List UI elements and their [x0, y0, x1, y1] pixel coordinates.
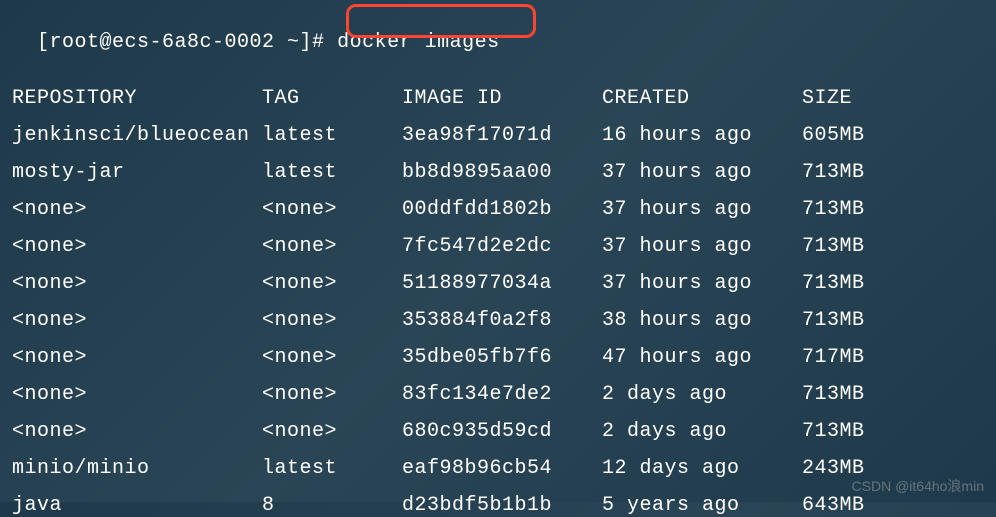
cell-created: 47 hours ago: [602, 346, 802, 369]
cell-tag: <none>: [262, 198, 402, 221]
cell-image-id: 680c935d59cd: [402, 420, 602, 443]
cell-image-id: 353884f0a2f8: [402, 309, 602, 332]
cell-created: 37 hours ago: [602, 198, 802, 221]
cell-tag: <none>: [262, 383, 402, 406]
cell-repository: java: [12, 494, 262, 517]
cell-size: 713MB: [802, 235, 902, 258]
cell-tag: latest: [262, 161, 402, 184]
cell-tag: <none>: [262, 272, 402, 295]
cell-repository: mosty-jar: [12, 161, 262, 184]
header-repository: REPOSITORY: [12, 87, 262, 110]
cell-repository: <none>: [12, 309, 262, 332]
cell-repository: jenkinsci/blueocean: [12, 124, 262, 147]
cell-tag: <none>: [262, 235, 402, 258]
cell-size: 717MB: [802, 346, 902, 369]
cell-image-id: d23bdf5b1b1b: [402, 494, 602, 517]
table-header-row: REPOSITORY TAG IMAGE ID CREATED SIZE: [12, 87, 984, 110]
cell-size: 713MB: [802, 161, 902, 184]
docker-images-table: REPOSITORY TAG IMAGE ID CREATED SIZE jen…: [12, 87, 984, 517]
cell-repository: minio/minio: [12, 457, 262, 480]
table-row: java8d23bdf5b1b1b5 years ago643MB: [12, 494, 984, 517]
cell-image-id: 00ddfdd1802b: [402, 198, 602, 221]
watermark-text: CSDN @it64ho浪min: [852, 476, 984, 496]
cell-repository: <none>: [12, 346, 262, 369]
cell-created: 37 hours ago: [602, 161, 802, 184]
cell-created: 37 hours ago: [602, 272, 802, 295]
table-row: <none><none>353884f0a2f838 hours ago713M…: [12, 309, 984, 332]
cell-tag: <none>: [262, 420, 402, 443]
table-row: <none><none>35dbe05fb7f647 hours ago717M…: [12, 346, 984, 369]
header-tag: TAG: [262, 87, 402, 110]
table-row: <none><none>7fc547d2e2dc37 hours ago713M…: [12, 235, 984, 258]
cell-tag: latest: [262, 457, 402, 480]
table-row: <none><none>83fc134e7de22 days ago713MB: [12, 383, 984, 406]
cell-image-id: eaf98b96cb54: [402, 457, 602, 480]
table-row: <none><none>51188977034a37 hours ago713M…: [12, 272, 984, 295]
cell-image-id: bb8d9895aa00: [402, 161, 602, 184]
terminal-prompt[interactable]: [root@ecs-6a8c-0002 ~]# docker images: [12, 8, 984, 77]
cell-tag: <none>: [262, 309, 402, 332]
cell-created: 16 hours ago: [602, 124, 802, 147]
cell-image-id: 7fc547d2e2dc: [402, 235, 602, 258]
cell-repository: <none>: [12, 198, 262, 221]
cell-tag: 8: [262, 494, 402, 517]
cell-image-id: 3ea98f17071d: [402, 124, 602, 147]
cell-repository: <none>: [12, 272, 262, 295]
table-row: <none><none>00ddfdd1802b37 hours ago713M…: [12, 198, 984, 221]
header-size: SIZE: [802, 87, 902, 110]
cell-image-id: 51188977034a: [402, 272, 602, 295]
header-created: CREATED: [602, 87, 802, 110]
cell-repository: <none>: [12, 383, 262, 406]
cell-created: 37 hours ago: [602, 235, 802, 258]
table-row: <none><none>680c935d59cd2 days ago713MB: [12, 420, 984, 443]
cell-size: 713MB: [802, 420, 902, 443]
cell-size: 643MB: [802, 494, 902, 517]
cell-image-id: 35dbe05fb7f6: [402, 346, 602, 369]
cell-tag: <none>: [262, 346, 402, 369]
cell-size: 713MB: [802, 272, 902, 295]
cell-created: 2 days ago: [602, 420, 802, 443]
prompt-text: [root@ecs-6a8c-0002 ~]# docker images: [37, 31, 500, 54]
cell-created: 2 days ago: [602, 383, 802, 406]
cell-repository: <none>: [12, 420, 262, 443]
cell-created: 5 years ago: [602, 494, 802, 517]
table-row: jenkinsci/blueoceanlatest3ea98f17071d16 …: [12, 124, 984, 147]
table-row: minio/miniolatesteaf98b96cb5412 days ago…: [12, 457, 984, 480]
cell-image-id: 83fc134e7de2: [402, 383, 602, 406]
cell-created: 38 hours ago: [602, 309, 802, 332]
cell-created: 12 days ago: [602, 457, 802, 480]
header-image-id: IMAGE ID: [402, 87, 602, 110]
cell-size: 713MB: [802, 383, 902, 406]
cell-repository: <none>: [12, 235, 262, 258]
cell-size: 713MB: [802, 309, 902, 332]
cell-tag: latest: [262, 124, 402, 147]
table-row: mosty-jarlatestbb8d9895aa0037 hours ago7…: [12, 161, 984, 184]
cell-size: 605MB: [802, 124, 902, 147]
cell-size: 713MB: [802, 198, 902, 221]
